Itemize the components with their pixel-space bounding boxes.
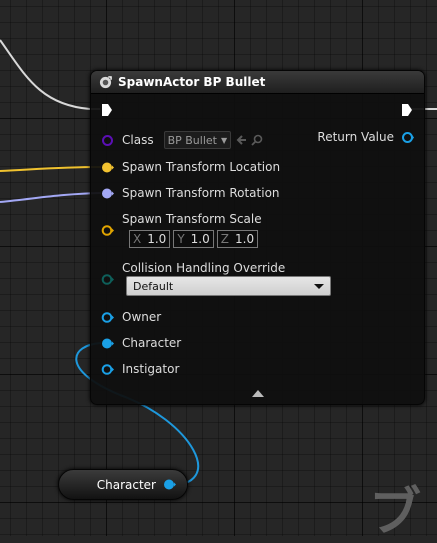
class-pin-icon [102,134,113,146]
spawn-scale-label-row: Spawn Transform Scale [101,212,262,226]
exec-in-pin[interactable] [101,103,113,117]
exec-in-icon [102,104,112,116]
class-combo-arrow-icon: ▼ [220,135,228,145]
class-label: Class [122,133,154,147]
use-selected-arrow-icon[interactable] [235,134,247,146]
spawn-location-pin[interactable]: Spawn Transform Location [101,160,280,174]
scale-y-field[interactable]: Y 1.0 [173,230,214,248]
scale-x-value: 1.0 [147,232,167,246]
object-pin-filled-icon[interactable] [163,478,176,491]
spawn-actor-node[interactable]: SpawnActor BP Bullet Class BP Bullet ▼ R… [90,70,425,405]
class-value: BP Bullet [167,133,217,147]
watermark: ブ [369,483,422,543]
collision-override-value: Default [133,279,174,293]
scale-x-field[interactable]: X 1.0 [129,230,171,248]
exec-out-pin[interactable] [401,103,413,117]
node-title: SpawnActor BP Bullet [118,75,266,89]
vector-pin-icon [102,162,114,172]
class-combo[interactable]: BP Bullet ▼ [163,131,232,149]
node-header[interactable]: SpawnActor BP Bullet [91,71,424,94]
browse-search-icon[interactable] [251,134,263,146]
collision-label-row: Collision Handling Override [101,261,285,275]
exec-out-icon [402,104,412,116]
scale-z-field[interactable]: Z 1.0 [216,230,259,248]
character-variable-node[interactable]: Character [58,469,188,500]
character-variable-label: Character [96,477,156,492]
spawn-scale-label: Spawn Transform Scale [122,212,262,226]
spawn-location-label: Spawn Transform Location [122,160,281,174]
scale-z-axis: Z [220,232,229,246]
collision-override-label: Collision Handling Override [122,261,286,275]
collapse-arrow-icon[interactable] [252,390,264,397]
object-pin-outline-icon [101,363,114,375]
vector-pin-outline-icon [101,225,114,236]
scale-y-axis: Y [177,232,185,246]
return-value-pin-icon [402,131,414,143]
object-pin-filled-icon [102,338,114,348]
scale-vector-fields: X 1.0 Y 1.0 Z 1.0 [129,230,261,248]
character-pin[interactable]: Character [101,336,181,350]
return-value-label: Return Value [317,130,394,144]
instigator-pin[interactable]: Instigator [101,362,179,376]
dropdown-arrow-icon [314,283,324,289]
character-label: Character [122,336,182,350]
spawn-scale-pin[interactable] [101,224,114,237]
scale-z-value: 1.0 [235,232,255,246]
collision-override-pin[interactable] [101,273,114,286]
rotation-wire[interactable] [0,192,102,203]
location-wire[interactable] [0,166,102,172]
class-pin[interactable]: Class BP Bullet ▼ [101,131,263,149]
owner-pin[interactable]: Owner [101,310,161,324]
instigator-label: Instigator [122,362,180,376]
enum-pin-icon [101,274,114,285]
scale-y-value: 1.0 [190,232,210,246]
owner-label: Owner [122,310,162,324]
exec-wire[interactable] [0,39,100,110]
collision-override-dropdown[interactable]: Default [126,276,331,296]
object-pin-outline-icon [101,311,114,323]
spawn-rotation-pin[interactable]: Spawn Transform Rotation [101,186,280,200]
rotator-pin-icon [102,188,114,198]
spawn-actor-icon [99,75,112,88]
spawn-rotation-label: Spawn Transform Rotation [122,186,280,200]
scale-x-axis: X [133,232,142,246]
return-value-pin[interactable]: Return Value [317,130,414,144]
